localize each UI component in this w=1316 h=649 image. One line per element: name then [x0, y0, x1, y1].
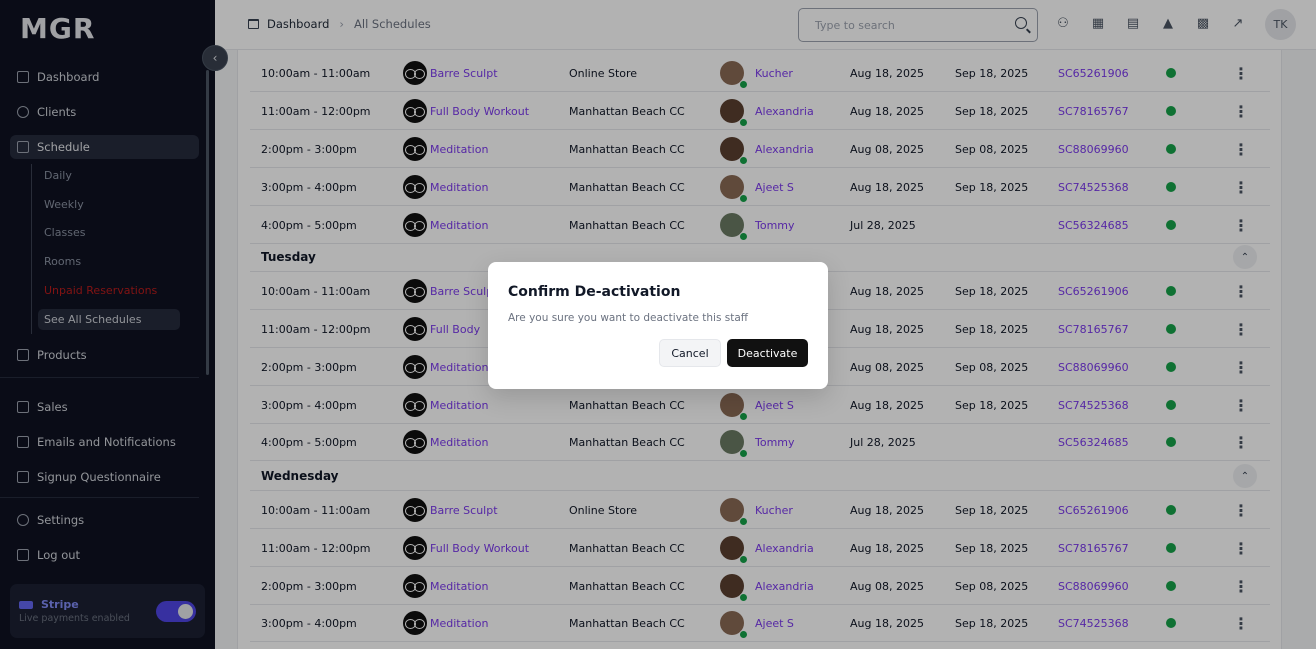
dialog-message: Are you sure you want to deactivate this…	[508, 312, 749, 324]
cancel-button[interactable]: Cancel	[659, 339, 721, 367]
confirm-deactivation-dialog: Confirm De-activation Are you sure you w…	[488, 262, 828, 389]
dialog-title: Confirm De-activation	[508, 284, 681, 300]
deactivate-button[interactable]: Deactivate	[727, 339, 808, 367]
